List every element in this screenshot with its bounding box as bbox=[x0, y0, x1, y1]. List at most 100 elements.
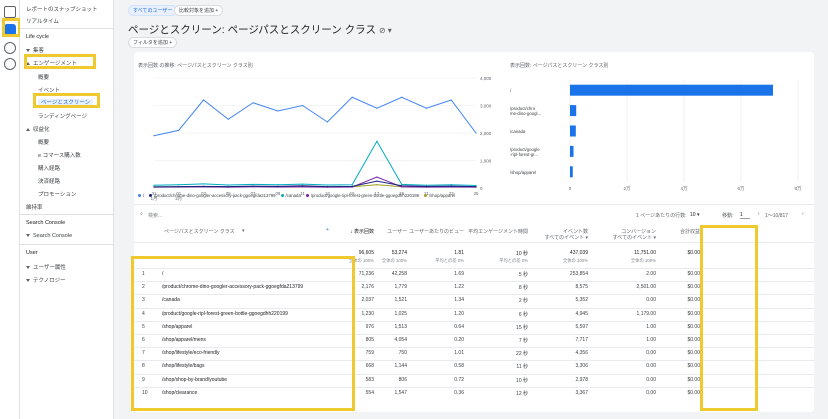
cell-value: 4,945 bbox=[575, 310, 588, 317]
bar-label: me-dino-googl... bbox=[510, 111, 541, 116]
series-point bbox=[302, 183, 304, 185]
sidebar-item-label: ページとスクリーン bbox=[38, 99, 94, 107]
series-point bbox=[401, 96, 403, 98]
page-path-link[interactable]: /shop/clearance bbox=[162, 390, 332, 396]
series-point bbox=[302, 185, 304, 187]
sidebar-item-mon-overview[interactable]: 概要 bbox=[38, 138, 49, 146]
page-path-link[interactable]: /shop/lifestyle/eco-friendly bbox=[162, 350, 332, 356]
sidebar-item-events[interactable]: イベント bbox=[38, 86, 60, 94]
series-point bbox=[425, 184, 428, 186]
sidebar-item-engagement[interactable]: エンゲージメント bbox=[26, 59, 77, 67]
cell-value: 8 秒 bbox=[518, 285, 528, 292]
sidebar-item-technology[interactable]: テクノロジー bbox=[26, 276, 66, 284]
row-index: 10 bbox=[142, 389, 148, 396]
advertising-icon[interactable] bbox=[4, 58, 16, 70]
row-index: 6 bbox=[142, 337, 145, 343]
cell-value: 12 秒 bbox=[516, 390, 528, 397]
sidebar-item-snapshot[interactable]: レポートのスナップショット bbox=[26, 5, 98, 13]
cell-value: 805 bbox=[365, 337, 374, 343]
cell-value: 15 秒 bbox=[516, 324, 528, 331]
divider bbox=[134, 294, 814, 296]
series-point bbox=[202, 185, 205, 187]
main-content: すべてのユーザー 比較対象を追加 + ページとスクリーン: ページパスとスクリー… bbox=[114, 0, 828, 419]
sidebar-item-landing[interactable]: ランディングページ bbox=[38, 112, 87, 120]
total-subtext: 全体の 100% bbox=[562, 258, 588, 263]
series-point bbox=[252, 185, 254, 187]
prev-page-icon[interactable]: ‹ bbox=[758, 211, 760, 217]
page-path-link[interactable]: /product/chrome-dino-googler-accessory-p… bbox=[162, 284, 332, 290]
metric-header[interactable]: すべてのイベント ▾ bbox=[572, 234, 656, 241]
sidebar-item-user-attributes[interactable]: ユーザー属性 bbox=[26, 263, 66, 271]
x-tick-label: 0 bbox=[569, 186, 572, 191]
filter-chip[interactable]: フィルタを追加 + bbox=[128, 37, 178, 48]
sidebar-item-promotions[interactable]: プロモーション bbox=[38, 190, 76, 198]
series-point bbox=[178, 186, 180, 188]
segment-chip[interactable]: すべてのユーザー bbox=[128, 5, 178, 16]
next-page-icon[interactable]: › bbox=[802, 211, 804, 217]
sidebar-item-checkout-journey[interactable]: 決済経路 bbox=[38, 177, 60, 185]
cell-value: 0.36 bbox=[454, 389, 464, 396]
sidebar-item-ecommerce[interactable]: e コマース購入数 bbox=[38, 151, 81, 159]
check-circle-icon[interactable]: ⊘ ▾ bbox=[379, 26, 392, 35]
dimension-header[interactable]: ページパスとスクリーン クラス bbox=[164, 228, 314, 235]
page-path-link[interactable]: /shop/lifestyle/bags bbox=[162, 363, 332, 369]
series-point bbox=[401, 183, 403, 186]
page-path-link[interactable]: / bbox=[162, 271, 332, 277]
cell-value: 2,501.00 bbox=[636, 284, 656, 291]
sidebar-item-label: 集客 bbox=[33, 48, 45, 54]
sidebar-item-acquisition[interactable]: 集客 bbox=[26, 46, 44, 54]
cell-value: 1,179.00 bbox=[636, 310, 656, 317]
compare-chip[interactable]: 比較対象を追加 + bbox=[174, 5, 224, 16]
rows-per-page-select[interactable]: 10 ▾ bbox=[690, 212, 699, 218]
cell-value: $0.00 bbox=[687, 323, 700, 330]
row-index: 2 bbox=[142, 284, 145, 291]
page-path-link[interactable]: /shop/apparel bbox=[162, 324, 332, 330]
sidebar-item-overview[interactable]: 概要 bbox=[38, 73, 49, 81]
cell-value: $0.00 bbox=[687, 376, 700, 383]
series-point bbox=[277, 185, 279, 187]
page-path-link[interactable]: /shop/shop-by-brand/youtube bbox=[162, 377, 332, 383]
explore-icon[interactable] bbox=[4, 42, 16, 54]
series-point bbox=[376, 184, 378, 186]
divider bbox=[134, 204, 814, 205]
cell-value: 7,717 bbox=[575, 337, 588, 343]
goto-input[interactable]: 1 bbox=[740, 212, 750, 219]
sidebar-item-purchase-journey[interactable]: 購入経路 bbox=[38, 164, 60, 172]
series-point bbox=[376, 180, 378, 182]
series-point bbox=[277, 184, 279, 186]
cell-value: 1,025 bbox=[394, 310, 407, 317]
page-path-link[interactable]: /product/google-ripl-forest-green-bottle… bbox=[162, 311, 332, 317]
reports-icon[interactable] bbox=[4, 24, 16, 36]
series-point bbox=[401, 186, 403, 188]
cell-value: 1,547 bbox=[394, 389, 407, 396]
row-index: 7 bbox=[142, 350, 145, 357]
metric-header[interactable]: 合計収益 bbox=[640, 228, 700, 235]
sidebar-item-pages-screens[interactable]: ページとスクリーン bbox=[38, 98, 94, 107]
bar-label: /shop/apparel bbox=[510, 170, 536, 175]
section-user[interactable]: User bbox=[26, 250, 38, 256]
search-input[interactable]: 検索... bbox=[148, 212, 162, 219]
chevron-down-icon bbox=[26, 49, 30, 53]
series-point bbox=[376, 176, 378, 178]
page-path-link[interactable]: /canada bbox=[162, 297, 332, 303]
page-path-link[interactable]: /shop/apparel/mens bbox=[162, 337, 332, 343]
chevron-down-icon bbox=[26, 234, 30, 238]
bar bbox=[570, 125, 576, 137]
cell-value: 3,367 bbox=[575, 389, 588, 396]
sidebar-item-retention[interactable]: 維持率 bbox=[26, 203, 43, 211]
sidebar-item-monetization[interactable]: 収益化 bbox=[26, 125, 50, 133]
section-search-console[interactable]: Search Console bbox=[26, 220, 65, 226]
legend-item: /canada bbox=[280, 193, 301, 198]
home-icon[interactable] bbox=[4, 6, 16, 18]
cell-value: 5,597 bbox=[575, 323, 588, 330]
cell-value: $0.00 bbox=[687, 337, 700, 343]
cell-value: $0.00 bbox=[687, 310, 700, 317]
series-point bbox=[450, 99, 452, 101]
total-value: 437,039 bbox=[569, 250, 588, 256]
section-lifecycle[interactable]: Life cycle bbox=[26, 34, 49, 40]
cell-value: 71,236 bbox=[358, 271, 374, 277]
sidebar-item-search-console[interactable]: Search Console bbox=[26, 233, 72, 239]
y-tick-label: 4,000 bbox=[480, 76, 492, 81]
series-point bbox=[376, 140, 378, 142]
sidebar-item-realtime[interactable]: リアルタイム bbox=[26, 17, 59, 25]
